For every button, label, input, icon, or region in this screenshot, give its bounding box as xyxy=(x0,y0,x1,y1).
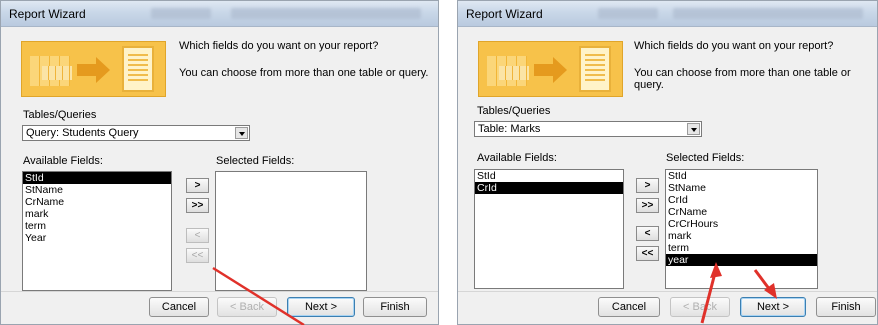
list-item[interactable]: mark xyxy=(23,208,171,220)
available-fields-label: Available Fields: xyxy=(23,155,103,167)
list-item[interactable]: term xyxy=(23,220,171,232)
remove-all-button[interactable]: << xyxy=(186,248,209,263)
remove-one-button[interactable]: < xyxy=(636,226,659,241)
list-item[interactable]: CrName xyxy=(666,206,817,218)
remove-all-button[interactable]: << xyxy=(636,246,659,261)
wizard-illustration xyxy=(21,41,166,97)
selected-fields-list[interactable]: StId StName CrId CrName CrCrHours mark term yea… xyxy=(665,169,818,289)
wizard-hint: You can choose from more than one table … xyxy=(179,67,429,79)
back-button[interactable]: < Back xyxy=(670,297,730,317)
list-item[interactable]: StId xyxy=(475,170,623,182)
button-bar: Cancel < Back Next > Finish xyxy=(1,291,438,321)
back-button[interactable]: < Back xyxy=(217,297,277,317)
cancel-button[interactable]: Cancel xyxy=(149,297,209,317)
chevron-down-icon[interactable] xyxy=(687,123,700,135)
report-wizard-dialog-right: Report Wizard Which fields do you want o… xyxy=(457,0,878,325)
available-fields-label: Available Fields: xyxy=(477,152,557,164)
window-title: Report Wizard xyxy=(9,7,86,21)
available-fields-list[interactable]: StId StName CrName mark term Year xyxy=(22,171,172,291)
chevron-down-icon[interactable] xyxy=(235,127,248,139)
list-item[interactable]: StName xyxy=(666,182,817,194)
selected-fields-label: Selected Fields: xyxy=(666,152,745,164)
list-item[interactable]: year xyxy=(666,254,817,266)
remove-one-button[interactable]: < xyxy=(186,228,209,243)
tables-queries-label: Tables/Queries xyxy=(23,109,97,121)
tables-queries-combo[interactable]: Table: Marks xyxy=(474,121,702,137)
move-one-button[interactable]: > xyxy=(636,178,659,193)
button-bar: Cancel < Back Next > Finish xyxy=(458,291,877,321)
title-bar: Report Wizard xyxy=(458,1,877,27)
list-item[interactable]: StId xyxy=(23,172,171,184)
report-wizard-dialog-left: Report Wizard Which fields do you want o… xyxy=(0,0,439,325)
list-item[interactable]: StId xyxy=(666,170,817,182)
finish-button[interactable]: Finish xyxy=(363,297,427,317)
blurred-title-area xyxy=(598,8,658,19)
tables-queries-label: Tables/Queries xyxy=(477,105,551,117)
finish-button[interactable]: Finish xyxy=(816,297,876,317)
window-title: Report Wizard xyxy=(466,7,543,21)
wizard-illustration xyxy=(478,41,623,97)
wizard-question: Which fields do you want on your report? xyxy=(634,40,834,52)
next-button[interactable]: Next > xyxy=(287,297,355,317)
available-fields-list[interactable]: StId CrId xyxy=(474,169,624,289)
wizard-hint: You can choose from more than one table … xyxy=(634,67,851,91)
selected-fields-list[interactable] xyxy=(215,171,367,291)
wizard-question: Which fields do you want on your report? xyxy=(179,40,379,52)
list-item[interactable]: mark xyxy=(666,230,817,242)
tables-queries-value: Query: Students Query xyxy=(26,127,139,139)
list-item[interactable]: CrId xyxy=(475,182,623,194)
blurred-title-area xyxy=(151,8,211,19)
list-item[interactable]: StName xyxy=(23,184,171,196)
move-all-button[interactable]: >> xyxy=(636,198,659,213)
tables-queries-combo[interactable]: Query: Students Query xyxy=(22,125,250,141)
selected-fields-label: Selected Fields: xyxy=(216,155,295,167)
list-item[interactable]: Year xyxy=(23,232,171,244)
list-item[interactable]: CrName xyxy=(23,196,171,208)
title-bar: Report Wizard xyxy=(1,1,438,27)
tables-queries-value: Table: Marks xyxy=(478,123,541,135)
list-item[interactable]: term xyxy=(666,242,817,254)
list-item[interactable]: CrId xyxy=(666,194,817,206)
move-all-button[interactable]: >> xyxy=(186,198,209,213)
blurred-title-area xyxy=(673,8,863,19)
cancel-button[interactable]: Cancel xyxy=(598,297,660,317)
list-item[interactable]: CrCrHours xyxy=(666,218,817,230)
move-one-button[interactable]: > xyxy=(186,178,209,193)
blurred-title-area xyxy=(231,8,421,19)
next-button[interactable]: Next > xyxy=(740,297,806,317)
